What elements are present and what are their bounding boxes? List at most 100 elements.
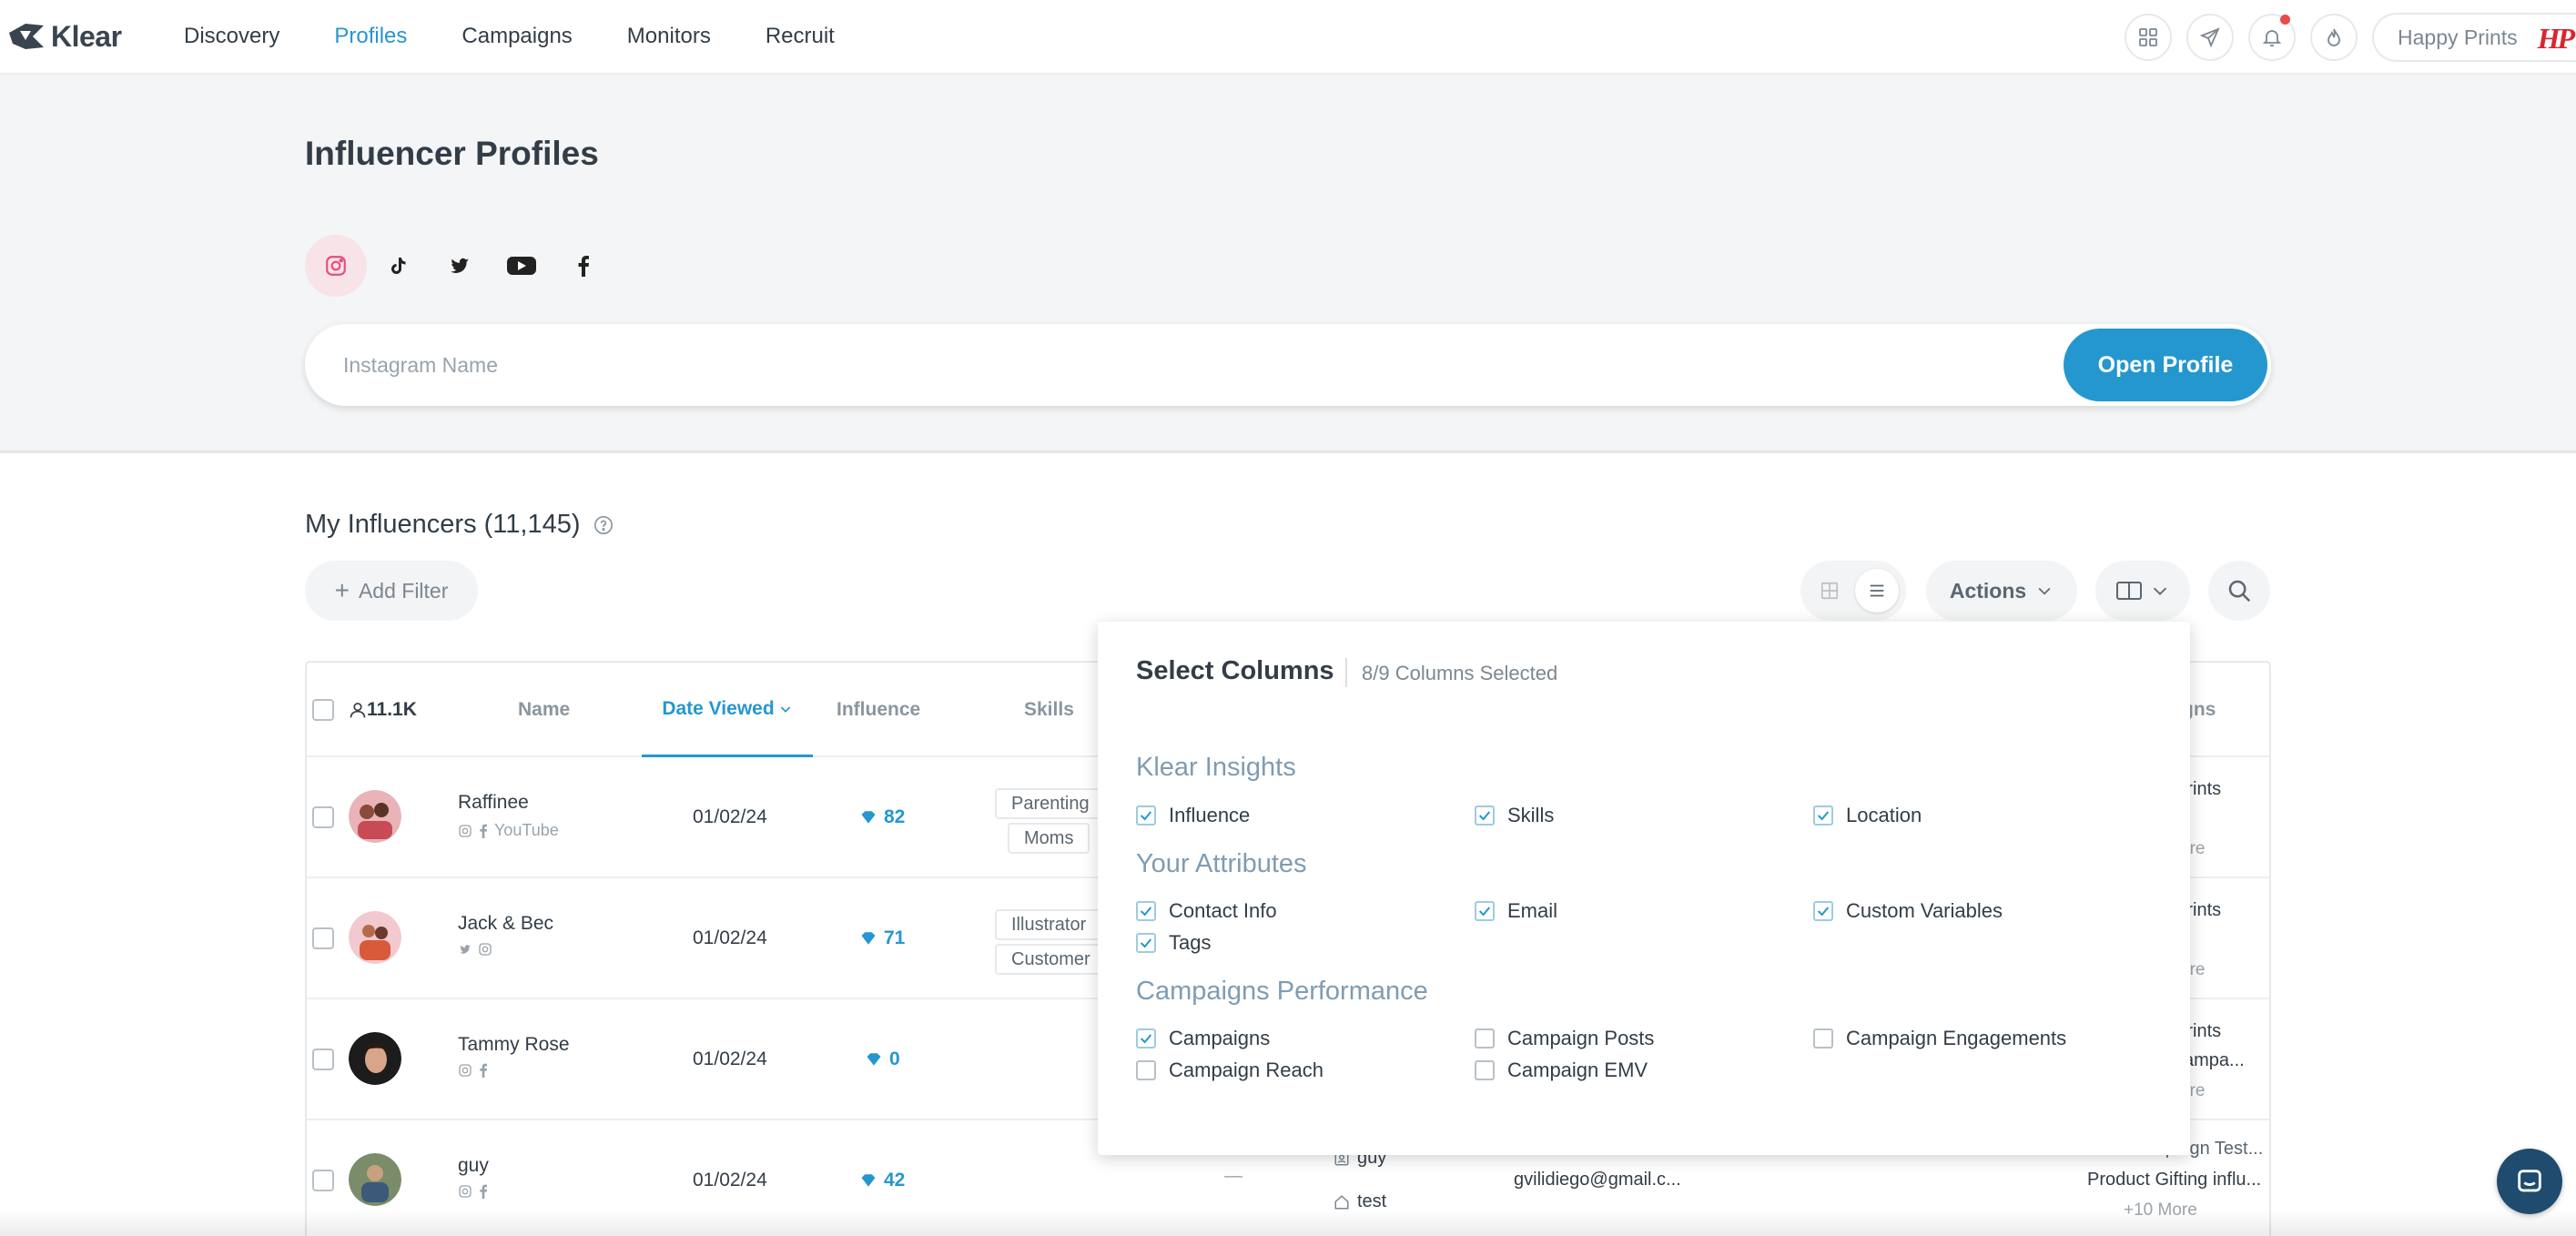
platform-tiktok[interactable] [367,235,429,297]
section-your-attributes: Your Attributes [1136,849,1307,878]
influencer-name[interactable]: Raffinee [458,792,529,814]
skills-header[interactable]: Skills [1024,663,1074,757]
actions-dropdown[interactable]: Actions [1926,561,2077,621]
column-option-label: Tags [1169,931,1212,954]
column-option-campaign-engagements[interactable]: Campaign Engagements [1813,1027,2066,1050]
help-icon[interactable] [593,515,614,535]
platform-instagram[interactable] [305,235,367,297]
row-checkbox[interactable] [312,806,334,828]
checkbox-unchecked[interactable] [1475,1028,1495,1049]
add-filter-button[interactable]: + Add Filter [305,561,478,621]
chevron-down-icon [2153,587,2167,595]
date-viewed-label: Date Viewed [662,697,775,719]
column-option-campaign-emv[interactable]: Campaign EMV [1475,1059,1648,1082]
plus-icon: + [334,576,350,604]
diamond-icon [861,1174,876,1187]
select-all-checkbox[interactable] [312,699,334,721]
checkmark-icon [1478,907,1491,917]
avatar[interactable] [349,790,401,843]
facebook-icon [578,256,589,277]
view-toggle [1800,561,1906,621]
skill-tag: Parenting [995,788,1106,819]
column-option-campaign-reach[interactable]: Campaign Reach [1136,1059,1323,1082]
column-option-custom-variables[interactable]: Custom Variables [1813,899,2003,923]
popover-title: Select Columns [1136,656,1334,685]
avatar[interactable] [349,911,401,964]
column-option-influence[interactable]: Influence [1136,804,1250,827]
avatar[interactable] [349,1032,401,1085]
column-option-skills[interactable]: Skills [1475,804,1554,827]
checkbox-checked[interactable] [1136,901,1156,921]
row-checkbox[interactable] [312,927,334,949]
apps-button[interactable] [2125,14,2172,61]
influencer-name[interactable]: guy [458,1155,489,1177]
page-title: Influencer Profiles [305,135,599,172]
avatar-image [349,1153,401,1206]
chevron-down-icon [2038,587,2051,595]
column-option-contact-info[interactable]: Contact Info [1136,899,1277,923]
influencer-name[interactable]: Tammy Rose [458,1034,570,1056]
platform-facebook[interactable] [553,235,614,297]
account-switcher[interactable]: Happy Prints HP [2372,13,2576,62]
campaign-name[interactable]: Product Gifting influ... [2087,1170,2261,1190]
checkmark-icon [1817,811,1830,821]
nav-discovery[interactable]: Discovery [184,24,279,49]
checkbox-checked[interactable] [1813,901,1833,921]
hot-button[interactable] [2310,14,2358,61]
checkmark-icon [1140,811,1152,821]
checkbox-checked[interactable] [1136,933,1156,953]
checkbox-unchecked[interactable] [1136,1060,1156,1080]
influence-header[interactable]: Influence [837,663,920,757]
column-option-label: Campaign Reach [1169,1059,1323,1081]
apps-grid-icon [2139,28,2157,46]
row-checkbox[interactable] [312,1049,334,1070]
messages-button[interactable] [2186,14,2234,61]
nav-monitors[interactable]: Monitors [627,24,711,49]
checkbox-unchecked[interactable] [1475,1060,1495,1080]
list-view-button[interactable] [1855,569,1899,613]
notification-dot [2280,15,2290,25]
klear-logo[interactable]: Klear [7,16,122,56]
checkbox-checked[interactable] [1475,805,1495,826]
name-header[interactable]: Name [518,663,570,757]
column-option-label: Campaign Engagements [1846,1027,2067,1049]
date-viewed-header[interactable]: Date Viewed [642,663,813,757]
tiktok-icon [391,258,406,274]
instagram-name-input[interactable] [343,324,1891,406]
platform-twitter[interactable] [429,235,491,297]
nav-campaigns[interactable]: Campaigns [461,24,572,49]
columns-selector-button[interactable] [2095,561,2190,621]
date-viewed: 01/02/24 [693,806,767,827]
nav-profiles[interactable]: Profiles [334,24,407,49]
count-header[interactable]: 11.1K [349,663,417,757]
checkbox-checked[interactable] [1475,901,1495,921]
notifications-button[interactable] [2248,14,2296,61]
checkbox-checked[interactable] [1813,805,1833,826]
row-checkbox-cell [312,806,334,828]
home-icon [1334,1194,1349,1209]
email-cell[interactable]: gvilidiego@gmail.c... [1514,1170,1681,1190]
nav-right: Happy Prints HP [2125,13,2576,62]
table-search-button[interactable] [2208,561,2270,621]
chat-support-button[interactable] [2497,1149,2562,1214]
column-option-label: Campaign EMV [1507,1059,1648,1081]
column-option-email[interactable]: Email [1475,899,1557,923]
grid-view-button[interactable] [1808,569,1851,613]
nav-recruit[interactable]: Recruit [766,24,835,49]
column-option-campaign-posts[interactable]: Campaign Posts [1475,1027,1654,1050]
name-cell: Raffinee YouTube [458,792,559,840]
checkbox-checked[interactable] [1136,1028,1156,1049]
influencer-name[interactable]: Jack & Bec [458,913,553,935]
platform-youtube[interactable] [491,235,553,297]
diamond-icon [861,811,876,824]
checkbox-unchecked[interactable] [1813,1028,1833,1049]
column-option-campaigns[interactable]: Campaigns [1136,1027,1270,1050]
row-checkbox[interactable] [312,1170,334,1191]
open-profile-button[interactable]: Open Profile [2064,329,2267,401]
column-option-location[interactable]: Location [1813,804,1922,827]
location-empty: — [1224,1166,1242,1186]
name-cell: Tammy Rose [458,1034,570,1078]
avatar[interactable] [349,1153,401,1206]
column-option-tags[interactable]: Tags [1136,931,1211,955]
checkbox-checked[interactable] [1136,805,1156,826]
